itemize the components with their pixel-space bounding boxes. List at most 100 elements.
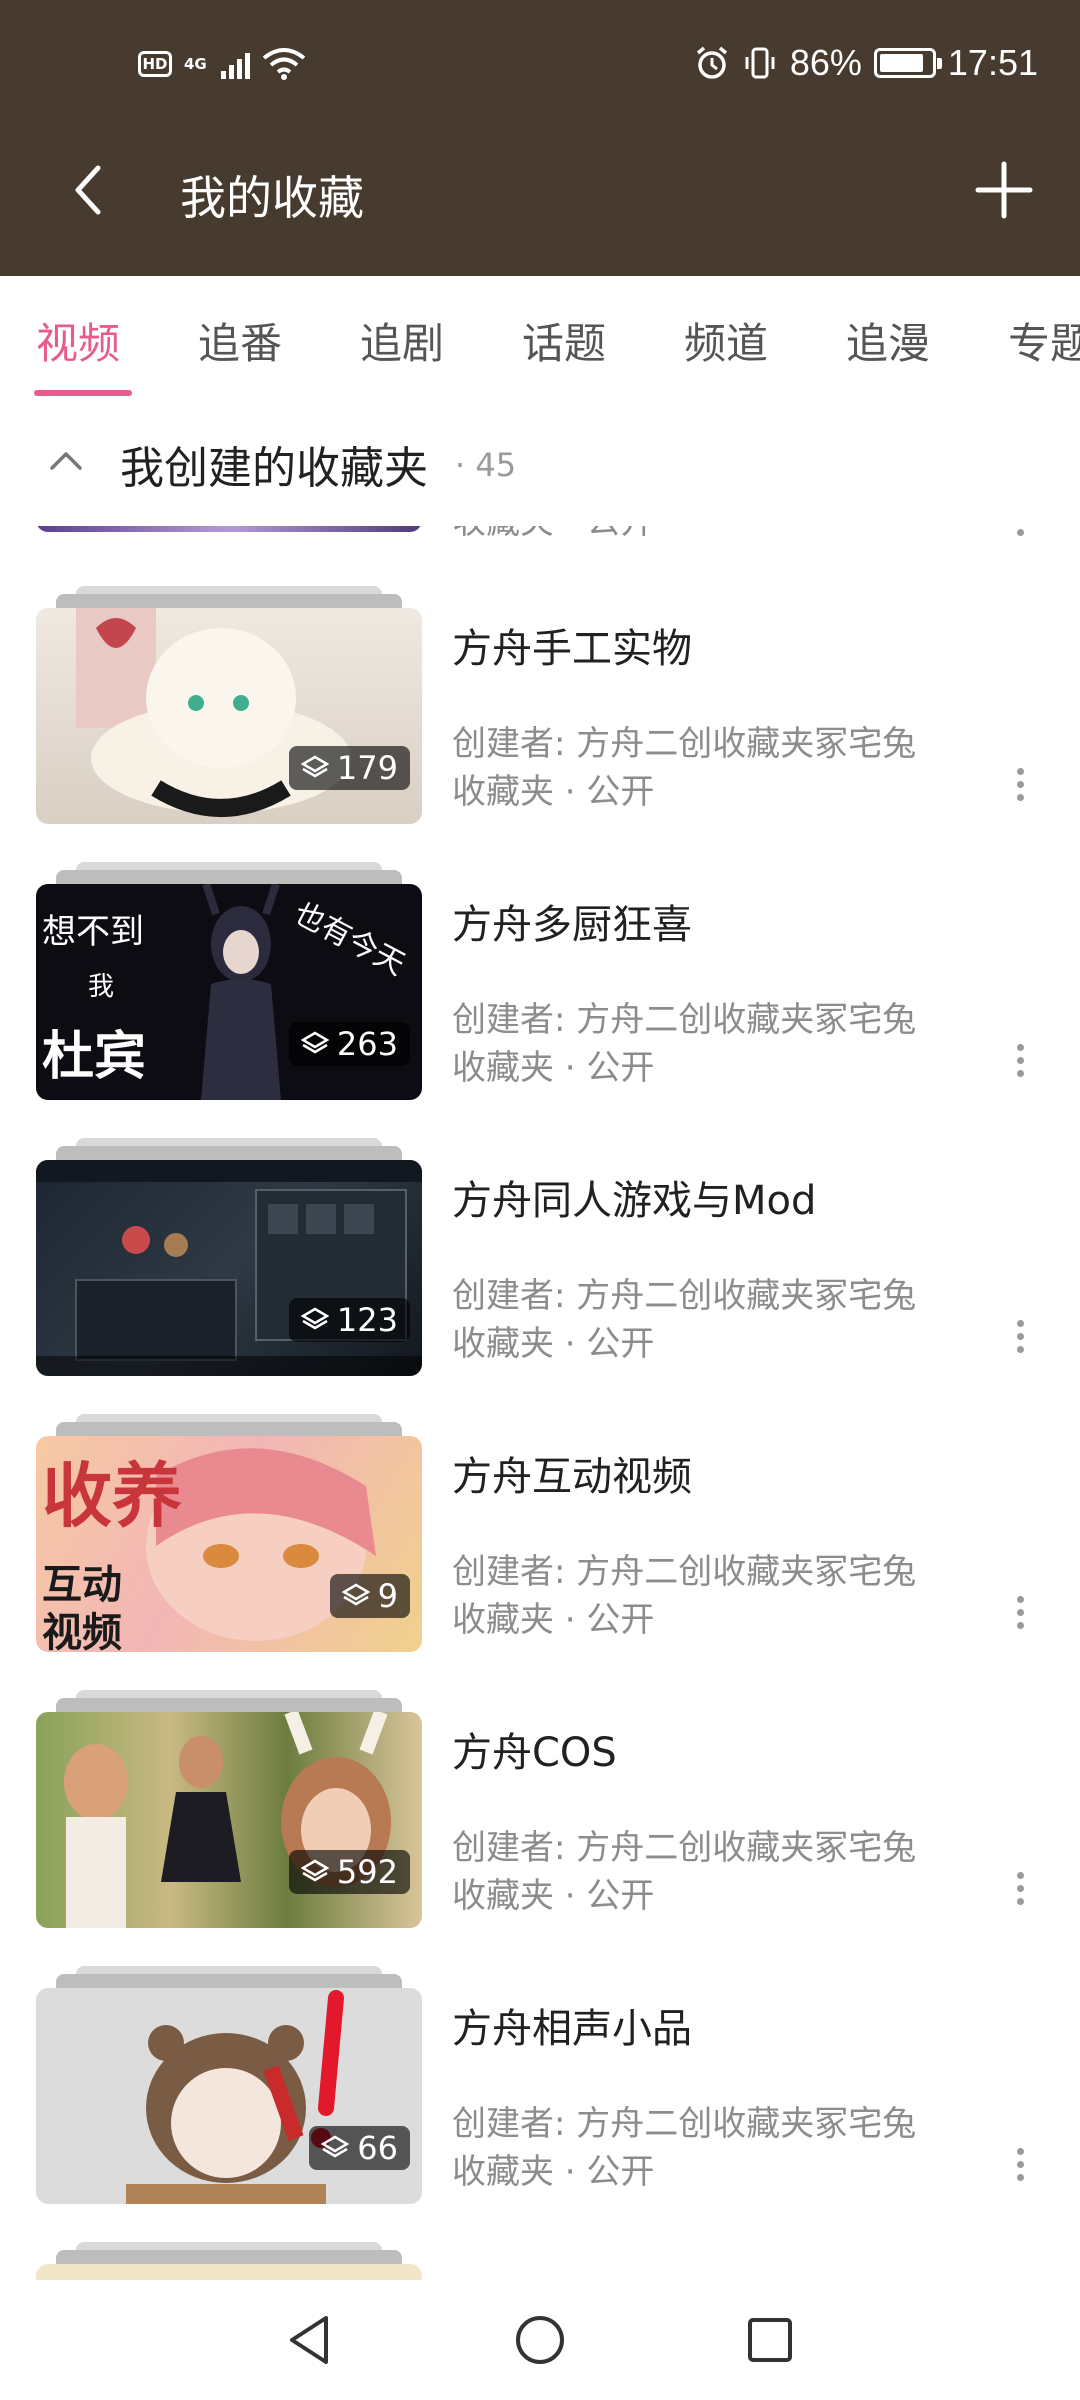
thumbnail-image: 收养 互动 视频 xyxy=(36,1436,422,1652)
circle-home-icon xyxy=(516,2316,564,2364)
folder-thumbnail: 想不到 我 杜宾 也有今天 263 xyxy=(36,862,422,1106)
folder-creator: 创建者: 方舟二创收藏夹冢宅兔 xyxy=(452,1276,917,1316)
thumbnail-image xyxy=(36,608,422,824)
more-options-button[interactable] xyxy=(1000,1582,1040,1642)
item-count: 263 xyxy=(336,1025,398,1063)
list-item[interactable]: 592 方舟COS 创建者: 方舟二创收藏夹冢宅兔 收藏夹 · 公开 xyxy=(0,1690,1080,1966)
item-count: 123 xyxy=(336,1301,398,1339)
thumbnail-caption: 收养 xyxy=(42,1454,182,1537)
folder-creator: 创建者: 方舟二创收藏夹冢宅兔 xyxy=(452,1000,917,1040)
alarm-icon xyxy=(696,46,727,79)
item-count: 66 xyxy=(357,2129,398,2167)
folder-thumbnail xyxy=(36,2242,422,2280)
nav-home-button[interactable] xyxy=(500,2300,580,2380)
item-count: 179 xyxy=(336,749,398,787)
layers-icon xyxy=(300,1859,329,1882)
layers-icon xyxy=(300,1307,329,1330)
folder-creator: 创建者: 方舟二创收藏夹冢宅兔 xyxy=(452,1552,917,1592)
app-header: HD 4G 86% 17:51 我的收藏 xyxy=(0,0,1080,276)
thumbnail-image xyxy=(36,1712,422,1928)
list-item[interactable]: 想不到 我 杜宾 也有今天 263 方舟多厨狂喜 创建者: 方舟二创收藏夹冢宅兔… xyxy=(0,862,1080,1138)
thumbnail-image xyxy=(36,1160,422,1376)
folder-thumbnail: 592 xyxy=(36,1690,422,1934)
thumbnail-caption: 视频 xyxy=(42,1609,122,1652)
item-count: 9 xyxy=(377,1577,398,1615)
tab-anime[interactable]: 追番 xyxy=(198,310,282,371)
signal-icon xyxy=(220,49,250,79)
nav-back-button[interactable] xyxy=(270,2300,350,2380)
folder-thumbnail: 66 xyxy=(36,1966,422,2210)
folder-title: 方舟手工实物 xyxy=(452,626,692,672)
plus-icon xyxy=(975,161,1033,219)
list-item[interactable]: 66 方舟相声小品 创建者: 方舟二创收藏夹冢宅兔 收藏夹 · 公开 xyxy=(0,1966,1080,2242)
item-count-badge: 592 xyxy=(288,1850,410,1894)
folder-meta: 收藏夹 · 公开 xyxy=(452,1876,655,1916)
folder-creator: 创建者: 方舟二创收藏夹冢宅兔 xyxy=(452,1828,917,1868)
more-options-button[interactable] xyxy=(1000,2134,1040,2194)
item-count: 592 xyxy=(336,1853,398,1891)
hd-icon: HD xyxy=(138,51,172,77)
folder-meta: 收藏夹 · 公开 xyxy=(452,2152,655,2192)
folder-thumbnail: 123 xyxy=(36,1138,422,1382)
folder-meta: 收藏夹 · 公开 xyxy=(452,772,655,812)
item-count-badge: 66 xyxy=(309,2126,410,2170)
active-tab-indicator xyxy=(34,390,132,396)
list-item[interactable] xyxy=(0,2242,1080,2280)
folder-thumbnail xyxy=(36,526,422,538)
page-title: 我的收藏 xyxy=(180,171,364,225)
list-item[interactable]: 收藏夹 · 公开 xyxy=(0,526,1080,570)
back-button[interactable] xyxy=(48,150,128,230)
tab-channel[interactable]: 频道 xyxy=(684,310,768,371)
nav-recents-button[interactable] xyxy=(730,2300,810,2380)
section-count: · 45 xyxy=(455,446,517,484)
battery-icon xyxy=(873,48,942,78)
section-title: 我创建的收藏夹 xyxy=(120,443,428,494)
status-bar: HD 4G 86% 17:51 xyxy=(0,0,1080,130)
more-options-button[interactable] xyxy=(1000,1306,1040,1366)
system-nav-bar xyxy=(0,2280,1080,2400)
chevron-up-icon[interactable] xyxy=(46,440,86,480)
tab-manga[interactable]: 追漫 xyxy=(846,310,930,371)
thumbnail-image xyxy=(36,2264,422,2280)
folder-title: 方舟互动视频 xyxy=(452,1454,692,1500)
folder-title: 方舟COS xyxy=(452,1730,617,1776)
more-options-button[interactable] xyxy=(1000,1858,1040,1918)
battery-percent: 86% xyxy=(789,42,862,83)
more-options-button[interactable] xyxy=(1000,526,1040,549)
layers-icon xyxy=(300,1031,329,1054)
folder-thumbnail: 179 xyxy=(36,586,422,830)
folder-thumbnail: 收养 互动 视频 9 xyxy=(36,1414,422,1658)
section-header[interactable]: 我创建的收藏夹 · 45 xyxy=(0,420,1080,510)
chevron-left-icon xyxy=(75,165,101,215)
status-left: HD 4G xyxy=(138,46,306,82)
folder-meta: 收藏夹 · 公开 xyxy=(452,1324,655,1364)
thumbnail-image: 想不到 我 杜宾 也有今天 xyxy=(36,884,422,1100)
tab-special[interactable]: 专题 xyxy=(1008,310,1080,371)
list-item[interactable]: 123 方舟同人游戏与Mod 创建者: 方舟二创收藏夹冢宅兔 收藏夹 · 公开 xyxy=(0,1138,1080,1414)
triangle-back-icon xyxy=(290,2316,328,2364)
add-folder-button[interactable] xyxy=(964,150,1044,230)
more-options-button[interactable] xyxy=(1000,1030,1040,1090)
list-item[interactable]: 收养 互动 视频 9 方舟互动视频 创建者: 方舟二创收藏夹冢宅兔 收藏夹 · … xyxy=(0,1414,1080,1690)
item-count-badge: 9 xyxy=(329,1574,410,1618)
tab-topic[interactable]: 话题 xyxy=(522,310,606,371)
folder-title: 方舟多厨狂喜 xyxy=(452,902,692,948)
clock: 17:51 xyxy=(947,42,1038,83)
square-recents-icon xyxy=(748,2318,792,2362)
tab-drama[interactable]: 追剧 xyxy=(360,310,444,371)
vibrate-icon xyxy=(745,47,775,79)
list-item[interactable]: 179 方舟手工实物 创建者: 方舟二创收藏夹冢宅兔 收藏夹 · 公开 xyxy=(0,586,1080,862)
thumbnail-image xyxy=(36,1988,422,2204)
folder-list[interactable]: 收藏夹 · 公开 179 方舟手工实物 xyxy=(0,526,1080,2280)
more-options-button[interactable] xyxy=(1000,754,1040,814)
folder-title: 方舟同人游戏与Mod xyxy=(452,1178,817,1224)
item-count-badge: 123 xyxy=(288,1298,410,1342)
item-count-badge: 179 xyxy=(288,746,410,790)
layers-icon xyxy=(321,2135,350,2158)
item-count-badge: 263 xyxy=(288,1022,410,1066)
network-type: 4G xyxy=(184,54,207,73)
folder-creator: 创建者: 方舟二创收藏夹冢宅兔 xyxy=(452,2104,917,2144)
status-right: 86% 17:51 xyxy=(694,42,1038,84)
layers-icon xyxy=(341,1583,370,1606)
tab-video[interactable]: 视频 xyxy=(36,310,120,371)
